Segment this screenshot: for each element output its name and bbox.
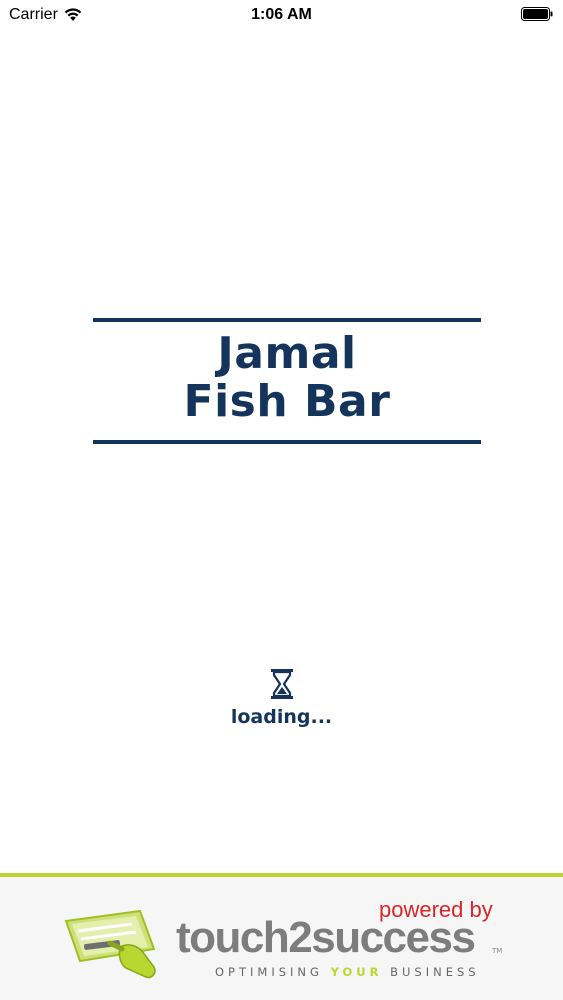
battery-icon xyxy=(521,7,553,21)
hourglass-icon xyxy=(270,669,293,699)
loading-text: loading... xyxy=(230,706,333,728)
logo-bottom-rule xyxy=(93,440,481,444)
splash-screen: Carrier 1:06 AM Jamal Fish Bar loading..… xyxy=(0,0,563,1000)
tablet-touch-icon xyxy=(64,909,156,979)
restaurant-name-line1: Jamal xyxy=(217,328,357,379)
powered-by-footer: powered by touch2success TM OPTIMISING Y… xyxy=(0,873,563,1000)
trademark-mark: TM xyxy=(492,947,503,955)
touch2success-logo: touch2success xyxy=(176,913,476,962)
loading-indicator: loading... xyxy=(0,668,563,728)
status-time: 1:06 AM xyxy=(251,6,312,23)
tagline-part1: OPTIMISING xyxy=(215,965,331,979)
status-bar: Carrier 1:06 AM xyxy=(0,0,563,30)
logo-top-rule xyxy=(93,318,481,322)
tagline-highlight: YOUR xyxy=(330,965,383,979)
restaurant-name-line2: Fish Bar xyxy=(183,376,391,427)
restaurant-name: Jamal Fish Bar xyxy=(93,330,481,426)
restaurant-logo: Jamal Fish Bar xyxy=(93,318,481,446)
tagline-part2: BUSINESS xyxy=(382,965,480,979)
tagline: OPTIMISING YOUR BUSINESS xyxy=(215,965,480,979)
